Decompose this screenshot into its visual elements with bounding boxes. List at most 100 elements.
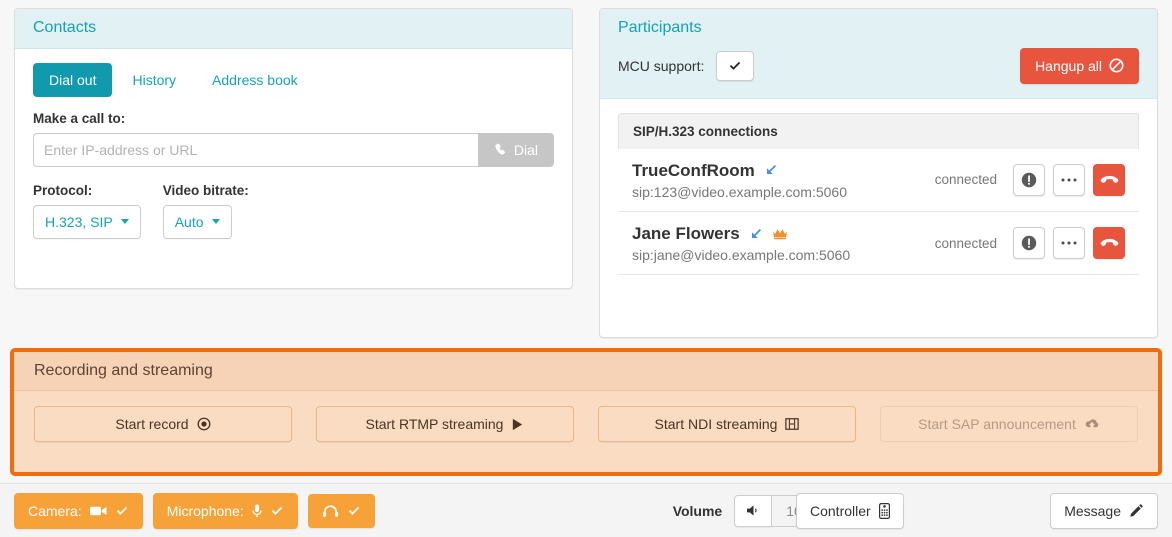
film-icon <box>785 417 800 431</box>
participant-name: Jane Flowers <box>632 224 740 244</box>
message-button[interactable]: Message <box>1050 492 1158 529</box>
controller-button[interactable]: Controller <box>796 492 904 529</box>
bitrate-label: Video bitrate: <box>162 182 249 198</box>
mcu-support-row: MCU support: Hangup all <box>600 47 1157 98</box>
start-ndi-streaming-button[interactable]: Start NDI streaming <box>598 406 856 442</box>
volume-down-button[interactable] <box>734 494 772 527</box>
check-icon <box>115 504 129 518</box>
participant-hangup-button[interactable] <box>1093 227 1125 260</box>
participant-name: TrueConfRoom <box>632 160 755 180</box>
participant-name-row: TrueConfRoom <box>632 160 925 181</box>
participant-actions <box>1013 163 1125 196</box>
contacts-tabs: Dial out History Address book <box>15 49 572 97</box>
check-icon <box>347 504 361 518</box>
protocol-label: Protocol: <box>33 182 93 198</box>
participant-info: Jane Flowers sip:jane@video.example.com:… <box>632 223 925 263</box>
make-a-call-label: Make a call to: <box>33 110 126 126</box>
camera-button[interactable]: Camera: <box>14 492 143 529</box>
camera-button-label: Camera: <box>28 502 82 519</box>
chevron-down-icon <box>120 219 129 225</box>
device-buttons: Camera: Microphone: <box>0 492 375 529</box>
info-icon <box>1020 171 1038 189</box>
pencil-icon <box>1129 503 1144 518</box>
participant-uri: sip:123@video.example.com:5060 <box>632 184 848 201</box>
table-row: Jane Flowers sip:jane@video.example.com:… <box>618 212 1139 276</box>
contacts-title: Contacts <box>33 19 97 36</box>
phone-icon <box>494 143 508 157</box>
volume-label: Volume <box>672 502 723 519</box>
participants-panel: Participants MCU support: Hangup all SIP… <box>599 8 1158 338</box>
tab-address-book[interactable]: Address book <box>196 63 314 97</box>
no-entry-icon <box>1109 58 1124 73</box>
status-badge: connected <box>934 172 997 188</box>
cloud-upload-icon <box>1084 417 1100 431</box>
hangup-all-label: Hangup all <box>1035 57 1102 74</box>
start-sap-announcement-button[interactable]: Start SAP announcement <box>880 406 1138 442</box>
hangup-icon <box>1100 236 1119 250</box>
participant-more-button[interactable] <box>1053 227 1085 260</box>
incoming-call-arrow-icon <box>764 163 778 177</box>
volume-low-icon <box>746 504 761 517</box>
participants-title: Participants <box>618 19 702 36</box>
participant-more-button[interactable] <box>1053 163 1085 196</box>
contacts-panel: Contacts Dial out History Address book M… <box>14 8 573 289</box>
microphone-button[interactable]: Microphone: <box>152 492 298 529</box>
tab-history[interactable]: History <box>116 63 192 97</box>
hangup-icon <box>1100 173 1119 187</box>
top-row: Contacts Dial out History Address book M… <box>14 8 1158 338</box>
check-icon <box>270 504 284 518</box>
headphones-icon <box>322 504 339 518</box>
mcu-support-toggle[interactable] <box>716 50 755 81</box>
message-button-label: Message <box>1064 502 1121 519</box>
record-icon <box>197 417 211 431</box>
start-record-label: Start record <box>115 416 189 432</box>
participants-panel-header: Participants MCU support: Hangup all <box>600 9 1157 99</box>
bottom-toolbar: Camera: Microphone: Volume Controller Me… <box>0 483 1172 537</box>
ellipsis-icon <box>1060 177 1078 183</box>
check-icon <box>728 59 742 73</box>
bitrate-dropdown[interactable]: Auto <box>162 204 232 239</box>
call-address-input[interactable] <box>33 132 478 167</box>
headphones-button[interactable] <box>307 493 375 528</box>
play-icon <box>511 418 524 431</box>
start-record-button[interactable]: Start record <box>34 406 292 442</box>
protocol-block: Protocol: H.323, SIP <box>33 183 141 239</box>
tab-dial-out[interactable]: Dial out <box>33 62 113 97</box>
participant-info: TrueConfRoom sip:123@video.example.com:5… <box>632 160 925 200</box>
start-rtmp-streaming-button[interactable]: Start RTMP streaming <box>316 406 574 442</box>
moderator-crown-icon <box>772 227 788 241</box>
bitrate-block: Video bitrate: Auto <box>162 182 249 239</box>
contacts-panel-header: Contacts <box>15 9 572 49</box>
hangup-all-button[interactable]: Hangup all <box>1020 47 1139 84</box>
microphone-icon <box>252 504 262 518</box>
controller-button-label: Controller <box>810 502 871 519</box>
start-sap-label: Start SAP announcement <box>918 416 1076 432</box>
start-ndi-label: Start NDI streaming <box>654 416 778 432</box>
recording-buttons: Start record Start RTMP streaming Start … <box>14 391 1158 457</box>
info-icon <box>1020 234 1038 252</box>
connections-header: SIP/H.323 connections <box>618 112 1139 149</box>
protocol-value: H.323, SIP <box>45 213 113 230</box>
participant-uri: sip:jane@video.example.com:5060 <box>632 247 851 264</box>
participant-info-button[interactable] <box>1013 227 1045 260</box>
remote-control-icon <box>878 502 890 519</box>
video-camera-icon <box>89 505 107 517</box>
dial-out-form: Make a call to: Dial Protocol: H.32 <box>15 97 572 257</box>
chevron-down-icon <box>211 219 220 225</box>
connections-list: SIP/H.323 connections TrueConfRoom sip:1… <box>600 99 1157 276</box>
mcu-support-label: MCU support: <box>618 57 705 74</box>
recording-streaming-panel: Recording and streaming Start record Sta… <box>10 348 1162 476</box>
protocol-dropdown[interactable]: H.323, SIP <box>33 204 141 239</box>
bitrate-value: Auto <box>174 213 204 230</box>
participant-name-row: Jane Flowers <box>632 223 925 244</box>
participant-hangup-button[interactable] <box>1093 163 1125 196</box>
call-input-group: Dial <box>33 132 554 167</box>
start-rtmp-label: Start RTMP streaming <box>365 416 504 432</box>
participant-info-button[interactable] <box>1013 163 1045 196</box>
microphone-button-label: Microphone: <box>166 502 244 519</box>
incoming-call-arrow-icon <box>749 227 763 241</box>
recording-title: Recording and streaming <box>14 352 1158 391</box>
dial-button-label: Dial <box>513 141 538 158</box>
dial-button[interactable]: Dial <box>477 132 554 167</box>
table-row: TrueConfRoom sip:123@video.example.com:5… <box>618 149 1139 213</box>
